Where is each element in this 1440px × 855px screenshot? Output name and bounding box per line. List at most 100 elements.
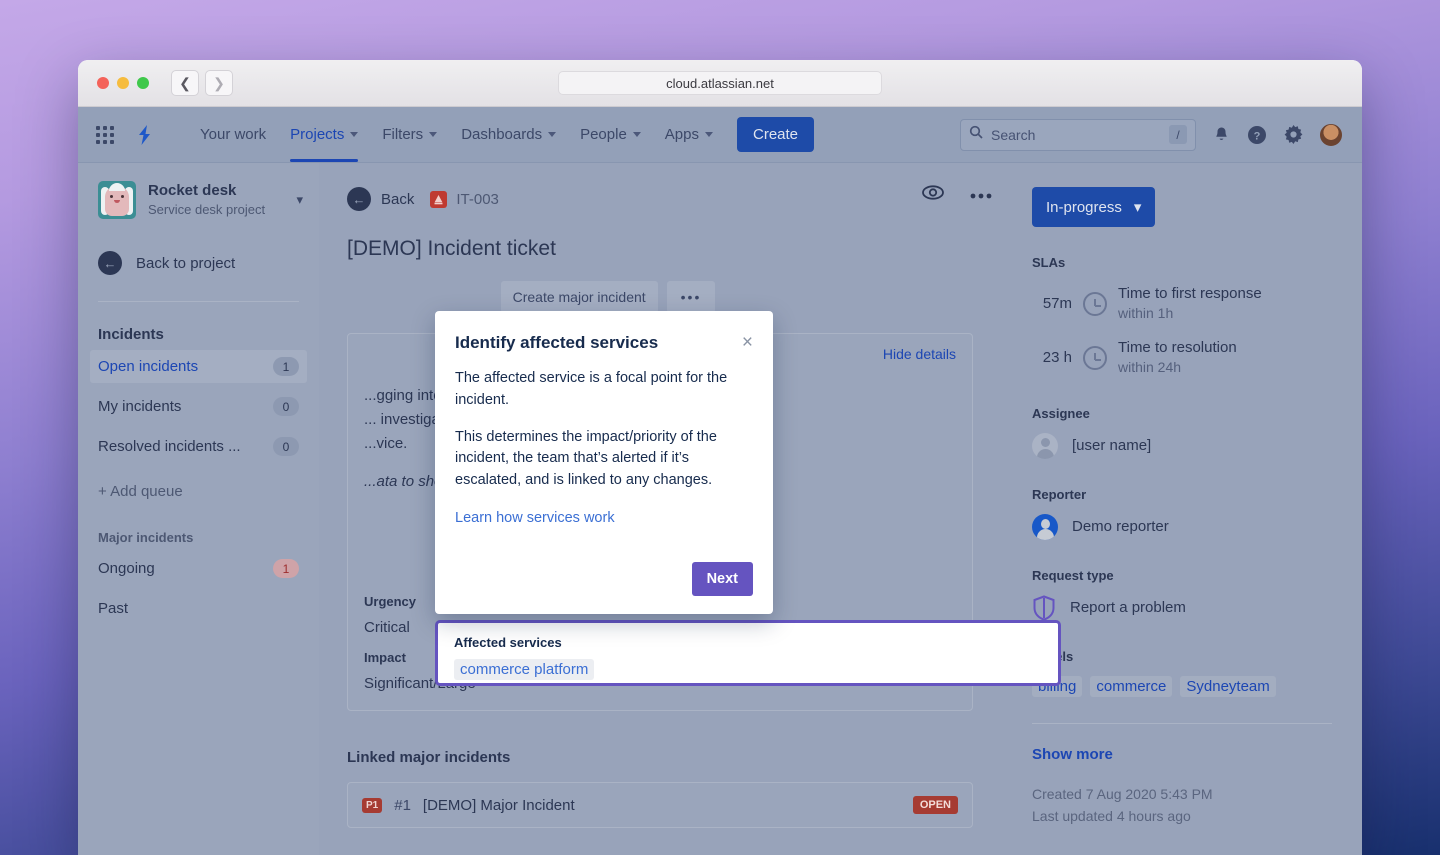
issue-actions xyxy=(922,185,992,205)
issue-breadcrumb: ← Back IT-003 xyxy=(347,187,990,211)
sidebar-item-resolved-incidents[interactable]: Resolved incidents ... 0 xyxy=(90,430,307,463)
nav-item-people[interactable]: People xyxy=(568,107,653,162)
status-dropdown-button[interactable]: In-progress ▾ xyxy=(1032,187,1155,227)
affected-services-field[interactable]: Affected services commerce platform xyxy=(435,620,1061,686)
nav-right-group: Search / ? xyxy=(960,119,1344,151)
nav-label: People xyxy=(580,126,627,143)
queue-label: Open incidents xyxy=(98,358,198,375)
nav-item-apps[interactable]: Apps xyxy=(653,107,725,162)
nav-items: Your work Projects Filters Dashboards Pe… xyxy=(188,107,814,162)
search-icon xyxy=(969,125,983,144)
app-switcher-icon[interactable] xyxy=(96,126,114,144)
reporter-value: Demo reporter xyxy=(1072,518,1169,535)
right-panel-divider xyxy=(1032,723,1332,724)
browser-nav-buttons: ❮ ❯ xyxy=(171,70,233,96)
linked-incident-number: #1 xyxy=(394,797,411,814)
browser-forward-button[interactable]: ❯ xyxy=(205,70,233,96)
chevron-down-icon xyxy=(633,132,641,137)
back-button[interactable]: ← Back xyxy=(347,187,414,211)
nav-item-dashboards[interactable]: Dashboards xyxy=(449,107,568,162)
sla-row-first-response: 57m Time to first response within 1h xyxy=(1032,284,1332,324)
maximize-window-button[interactable] xyxy=(137,77,149,89)
sla-name: Time to first response xyxy=(1118,285,1262,302)
user-avatar[interactable] xyxy=(1318,122,1344,148)
help-icon[interactable]: ? xyxy=(1246,124,1268,146)
sla-time: 57m xyxy=(1032,295,1072,312)
status-badge: OPEN xyxy=(913,796,958,814)
modal-header: Identify affected services × xyxy=(455,333,753,353)
sidebar-item-past[interactable]: Past xyxy=(90,592,307,625)
sla-name: Time to resolution xyxy=(1118,339,1237,356)
labels-label: Labels xyxy=(1032,649,1332,664)
hide-details-link[interactable]: Hide details xyxy=(883,346,956,362)
chevron-down-icon xyxy=(705,132,713,137)
back-to-project-label: Back to project xyxy=(136,255,235,272)
queue-count-badge: 1 xyxy=(273,559,299,578)
assignee-row[interactable]: [user name] xyxy=(1032,433,1332,459)
show-more-link[interactable]: Show more xyxy=(1032,746,1332,763)
sla-target: within 24h xyxy=(1118,359,1181,375)
nav-item-filters[interactable]: Filters xyxy=(370,107,449,162)
close-icon[interactable]: × xyxy=(742,333,753,352)
gear-icon[interactable] xyxy=(1282,124,1304,146)
chevron-down-icon xyxy=(548,132,556,137)
arrow-left-icon: ← xyxy=(98,251,122,275)
queue-label: Ongoing xyxy=(98,560,155,577)
field-label-affected-services: Affected services xyxy=(454,635,1042,650)
clock-icon xyxy=(1083,292,1107,316)
back-to-project-link[interactable]: ← Back to project xyxy=(78,247,319,279)
add-queue-button[interactable]: + Add queue xyxy=(78,483,319,500)
sidebar-section-incidents: Incidents xyxy=(78,326,319,343)
issue-more-button[interactable]: ••• xyxy=(667,281,716,313)
url-bar[interactable]: cloud.atlassian.net xyxy=(558,71,882,95)
sidebar-item-ongoing[interactable]: Ongoing 1 xyxy=(90,552,307,585)
label-chip[interactable]: commerce xyxy=(1090,676,1172,697)
url-text: cloud.atlassian.net xyxy=(666,76,774,91)
shield-icon xyxy=(1032,595,1056,621)
affected-service-chip[interactable]: commerce platform xyxy=(454,659,594,680)
status-label: In-progress xyxy=(1046,199,1122,216)
nav-item-projects[interactable]: Projects xyxy=(278,107,370,162)
project-name: Rocket desk xyxy=(148,181,284,201)
label-chip[interactable]: Sydneyteam xyxy=(1180,676,1275,697)
bell-icon[interactable] xyxy=(1210,124,1232,146)
jira-logo-icon[interactable] xyxy=(134,124,156,146)
linked-incident-row[interactable]: P1 #1 [DEMO] Major Incident OPEN xyxy=(347,782,973,828)
nav-label: Projects xyxy=(290,126,344,143)
avatar xyxy=(1032,514,1058,540)
create-major-incident-button[interactable]: Create major incident xyxy=(501,281,658,313)
issue-key-label: IT-003 xyxy=(456,191,499,208)
incident-icon xyxy=(430,191,447,208)
learn-how-services-work-link[interactable]: Learn how services work xyxy=(455,510,753,526)
create-button[interactable]: Create xyxy=(737,117,814,152)
minimize-window-button[interactable] xyxy=(117,77,129,89)
sidebar-item-my-incidents[interactable]: My incidents 0 xyxy=(90,390,307,423)
browser-window: ❮ ❯ cloud.atlassian.net Your work Projec… xyxy=(78,60,1362,855)
sla-time: 23 h xyxy=(1032,349,1072,366)
nav-item-your-work[interactable]: Your work xyxy=(188,107,278,162)
close-window-button[interactable] xyxy=(97,77,109,89)
linked-incident-title[interactable]: [DEMO] Major Incident xyxy=(423,797,575,814)
back-label: Back xyxy=(381,191,414,208)
request-type-row[interactable]: Report a problem xyxy=(1032,595,1332,621)
eye-icon[interactable] xyxy=(922,185,944,205)
queue-label: Resolved incidents ... xyxy=(98,438,241,455)
next-button[interactable]: Next xyxy=(692,562,753,596)
chevron-down-icon: ▾ xyxy=(1134,198,1142,216)
nav-label: Dashboards xyxy=(461,126,542,143)
browser-back-button[interactable]: ❮ xyxy=(171,70,199,96)
modal-title: Identify affected services xyxy=(455,333,658,353)
linked-major-incidents-title: Linked major incidents xyxy=(347,749,990,766)
sidebar-divider xyxy=(98,301,299,302)
assignee-label: Assignee xyxy=(1032,406,1332,421)
issue-key[interactable]: IT-003 xyxy=(430,191,499,208)
sla-target: within 1h xyxy=(1118,305,1173,321)
chevron-down-icon xyxy=(429,132,437,137)
svg-text:?: ? xyxy=(1254,130,1261,142)
more-actions-icon[interactable] xyxy=(970,186,992,204)
search-input[interactable]: Search / xyxy=(960,119,1196,151)
reporter-row[interactable]: Demo reporter xyxy=(1032,514,1332,540)
project-header[interactable]: Rocket desk Service desk project ▾ xyxy=(78,181,319,219)
chevron-down-icon[interactable]: ▾ xyxy=(296,192,303,208)
sidebar-item-open-incidents[interactable]: Open incidents 1 xyxy=(90,350,307,383)
